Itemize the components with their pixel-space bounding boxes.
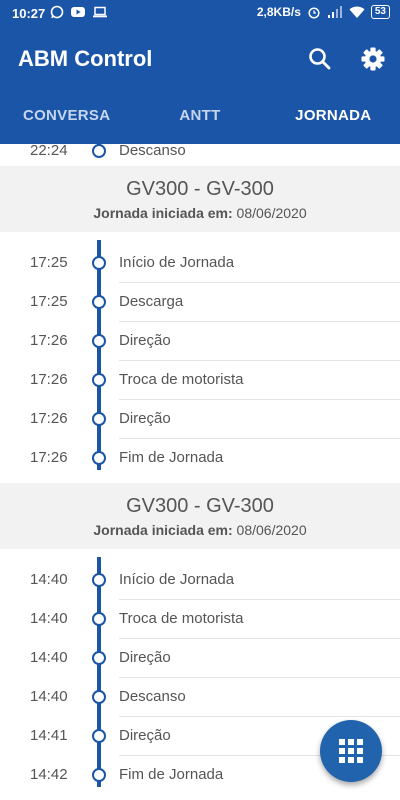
event-label: Fim de Jornada [119,449,224,466]
timeline-row[interactable]: 17:26 Fim de Jornada [0,439,400,478]
signal-icon [327,6,342,18]
event-label: Início de Jornada [119,571,235,588]
youtube-icon [71,7,85,17]
battery-icon: 53 [370,5,390,19]
event-time: 14:40 [30,571,68,588]
event-time: 17:26 [30,332,68,349]
section-header: GV300 - GV-300 Jornada iniciada em: 08/0… [0,166,400,232]
laptop-icon [93,6,107,18]
timeline-row[interactable]: 17:26 Troca de motorista [0,361,400,400]
timeline-dot [92,295,106,309]
event-label: Início de Jornada [119,254,235,271]
timeline-dot [92,334,106,348]
event-time: 17:26 [30,410,68,427]
timeline-dot [92,690,106,704]
event-label: Direção [119,649,171,666]
journey-list[interactable]: 22:24 Descanso GV300 - GV-300 Jornada in… [0,144,400,800]
timeline-row[interactable]: 17:25 Início de Jornada [0,244,400,283]
event-time: 14:42 [30,766,68,783]
event-time: 22:24 [30,144,68,159]
whatsapp-icon [50,5,64,19]
section-subtitle-date: 08/06/2020 [236,205,307,221]
event-label: Fim de Jornada [119,766,224,783]
section-subtitle-label: Jornada iniciada em: [93,522,233,538]
timeline-dot [92,573,106,587]
search-button[interactable] [306,45,334,73]
section-subtitle: Jornada iniciada em: 08/06/2020 [0,205,400,221]
event-time: 14:40 [30,649,68,666]
timeline-dot [92,729,106,743]
event-label: Troca de motorista [119,610,244,627]
event-time: 14:41 [30,727,68,744]
timeline-dot [92,373,106,387]
event-time: 17:26 [30,371,68,388]
wifi-icon [349,6,365,18]
tab-conversa[interactable]: CONVERSA [0,98,133,144]
section-title: GV300 - GV-300 [126,495,274,517]
event-label: Direção [119,727,171,744]
app-bar: 10:27 2,8KB/s 53 ABM Control CONVERSA AN… [0,0,400,144]
event-label: Direção [119,410,171,427]
event-label: Direção [119,332,171,349]
timeline-dot [92,144,106,158]
timeline-dot [92,651,106,665]
section-subtitle-label: Jornada iniciada em: [93,205,233,221]
timeline-dot [92,768,106,782]
status-right-group: 2,8KB/s 53 [257,5,390,19]
grid-icon [339,739,363,763]
timeline-row[interactable]: 14:40 Início de Jornada [0,561,400,600]
status-time: 10:27 [12,6,46,21]
event-time: 14:40 [30,688,68,705]
app-title: ABM Control [18,46,153,71]
event-time: 14:40 [30,610,68,627]
timeline-dot [92,451,106,465]
event-label: Descarga [119,293,184,310]
section-subtitle: Jornada iniciada em: 08/06/2020 [0,522,400,538]
timeline-row[interactable]: 17:26 Direção [0,322,400,361]
event-time: 17:25 [30,293,68,310]
section-subtitle-date: 08/06/2020 [236,522,307,538]
timeline-dot [92,612,106,626]
timeline-dot [92,256,106,270]
timeline-row[interactable]: 17:25 Descarga [0,283,400,322]
event-label: Descanso [119,688,186,705]
event-time: 17:25 [30,254,68,271]
timeline-row[interactable]: 14:40 Descanso [0,678,400,717]
event-label: Descanso [119,144,186,159]
event-label: Troca de motorista [119,371,244,388]
section-header: GV300 - GV-300 Jornada iniciada em: 08/0… [0,483,400,549]
timeline-row[interactable]: 14:40 Troca de motorista [0,600,400,639]
tab-jornada[interactable]: JORNADA [267,98,400,144]
section-title: GV300 - GV-300 [126,178,274,200]
timeline-row[interactable]: 14:40 Direção [0,639,400,678]
tab-bar: CONVERSA ANTT JORNADA [0,98,400,144]
menu-fab-button[interactable] [320,720,382,782]
timeline-row[interactable]: 17:26 Direção [0,400,400,439]
settings-button[interactable] [359,45,387,73]
tab-antt[interactable]: ANTT [133,98,266,144]
gear-icon [361,47,385,71]
timeline-dot [92,412,106,426]
search-icon [309,48,331,70]
event-time: 17:26 [30,449,68,466]
network-speed: 2,8KB/s [256,5,301,19]
alarm-icon [308,7,320,19]
status-notification-icons [50,5,108,19]
status-bar: 10:27 2,8KB/s 53 [0,0,400,26]
